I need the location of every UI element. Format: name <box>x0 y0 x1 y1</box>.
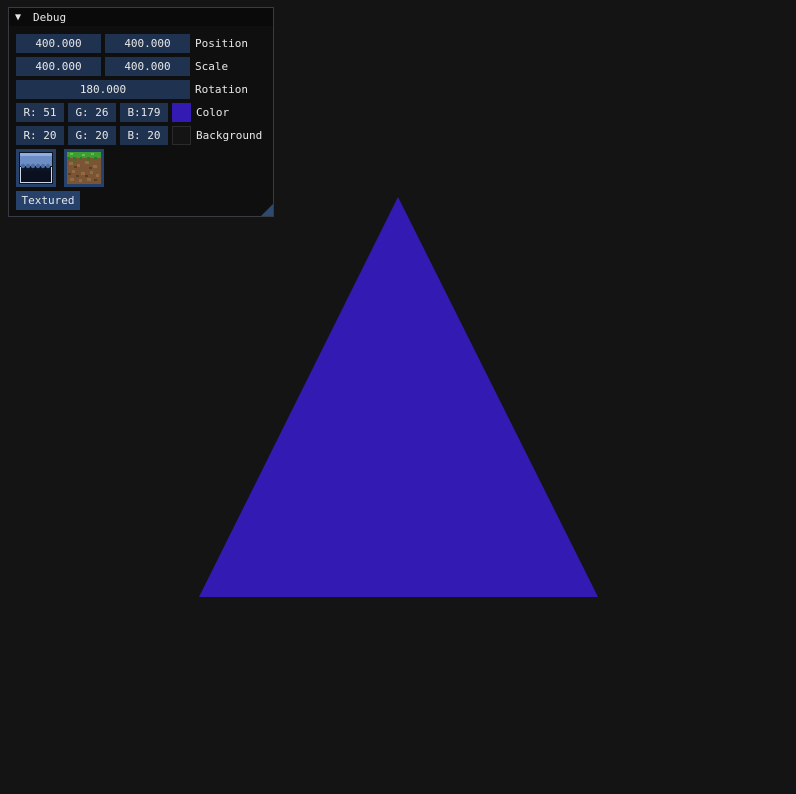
debug-window-title-bar[interactable]: ▼ Debug <box>9 8 273 26</box>
background-g-input[interactable]: G: 20 <box>68 126 116 145</box>
color-row: R: 51 G: 26 B:179 Color <box>16 103 229 122</box>
scale-y-input[interactable]: 400.000 <box>105 57 190 76</box>
position-label: Position <box>195 37 248 50</box>
rendered-triangle <box>199 197 598 597</box>
debug-window[interactable]: ▼ Debug 400.000 400.000 Position 400.000… <box>8 7 274 217</box>
scale-row: 400.000 400.000 Scale <box>16 57 228 76</box>
color-r-input[interactable]: R: 51 <box>16 103 64 122</box>
color-swatch-button[interactable] <box>172 103 191 122</box>
rotation-row: 180.000 Rotation <box>16 80 248 99</box>
texture-button-grass[interactable] <box>64 149 104 187</box>
scale-x-input[interactable]: 400.000 <box>16 57 101 76</box>
position-x-input[interactable]: 400.000 <box>16 34 101 53</box>
scale-label: Scale <box>195 60 229 73</box>
textured-toggle-button[interactable]: Textured <box>16 191 80 210</box>
window-resize-grip[interactable] <box>261 204 273 216</box>
background-label: Background <box>196 129 263 142</box>
grass-dirt-block-texture-icon <box>67 152 101 184</box>
rotation-label: Rotation <box>195 83 248 96</box>
texture-button-window[interactable] <box>16 149 56 187</box>
position-row: 400.000 400.000 Position <box>16 34 248 53</box>
background-swatch-button[interactable] <box>172 126 191 145</box>
debug-window-title: Debug <box>33 10 67 24</box>
color-label: Color <box>196 106 230 119</box>
collapse-arrow-icon[interactable]: ▼ <box>15 12 27 23</box>
background-r-input[interactable]: R: 20 <box>16 126 64 145</box>
color-b-input[interactable]: B:179 <box>120 103 168 122</box>
background-b-input[interactable]: B: 20 <box>120 126 168 145</box>
window-curtain-texture-icon <box>19 152 53 184</box>
background-row: R: 20 G: 20 B: 20 Background <box>16 126 262 145</box>
rotation-input[interactable]: 180.000 <box>16 80 190 99</box>
color-g-input[interactable]: G: 26 <box>68 103 116 122</box>
position-y-input[interactable]: 400.000 <box>105 34 190 53</box>
